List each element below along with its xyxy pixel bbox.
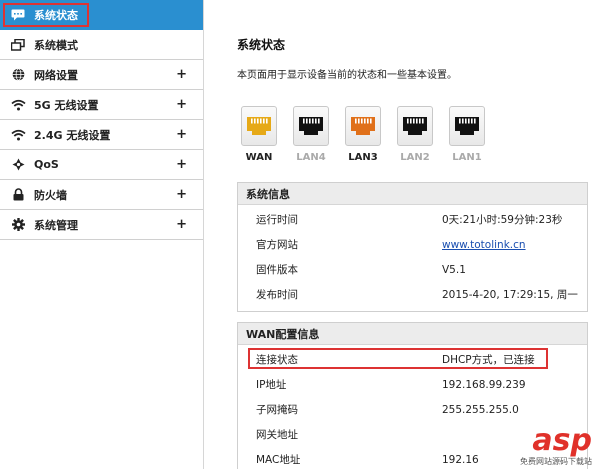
- row-key: MAC地址: [256, 454, 301, 466]
- sidebar-item-label: 系统管理: [34, 218, 78, 232]
- watermark: asp 免费网站源码下载站: [520, 426, 592, 467]
- sidebar-item-label: 防火墙: [34, 188, 67, 202]
- sidebar-item-5g-wireless[interactable]: 5G 无线设置 +: [0, 90, 203, 120]
- windows-icon: [10, 38, 26, 52]
- row-value: 0天:21小时:59分钟:23秒: [442, 214, 563, 226]
- port-label: WAN: [245, 152, 273, 163]
- row-key: IP地址: [256, 379, 287, 391]
- table-row: 连接状态 DHCP方式，已连接: [238, 347, 587, 372]
- lock-icon: [10, 188, 26, 202]
- port-label: LAN2: [400, 152, 430, 163]
- sidebar-item-network-settings[interactable]: 网络设置 +: [0, 60, 203, 90]
- sidebar-item-system-mode[interactable]: 系统模式: [0, 30, 203, 60]
- table-row: 固件版本 V5.1: [238, 257, 587, 282]
- website-link[interactable]: www.totolink.cn: [442, 239, 526, 251]
- wifi-icon: [10, 98, 26, 112]
- sidebar-item-system-status[interactable]: 系统状态: [0, 0, 203, 30]
- panel-header: 系统信息: [238, 183, 587, 205]
- sidebar-item-label: 网络设置: [34, 68, 78, 82]
- plus-icon: +: [176, 127, 187, 142]
- watermark-subtitle: 免费网站源码下载站: [520, 457, 592, 466]
- row-value: 192.16: [442, 453, 479, 466]
- sidebar-item-system-management[interactable]: 系统管理 +: [0, 210, 203, 240]
- row-key: 子网掩码: [256, 404, 298, 416]
- plus-icon: +: [176, 187, 187, 202]
- plus-icon: +: [176, 97, 187, 112]
- port-lan2: LAN2: [393, 106, 437, 163]
- row-key: 发布时间: [256, 289, 298, 301]
- table-row: 发布时间 2015-4-20, 17:29:15, 周一: [238, 282, 587, 307]
- gear-icon: [10, 218, 26, 232]
- port-status: WAN LAN4 LAN3 LAN2 LAN1: [237, 106, 489, 163]
- plus-icon: +: [176, 157, 187, 172]
- sidebar-item-label: 5G 无线设置: [34, 98, 99, 112]
- port-wan: WAN: [237, 106, 281, 163]
- sidebar-item-firewall[interactable]: 防火墙 +: [0, 180, 203, 210]
- port-lan3: LAN3: [341, 106, 385, 163]
- port-lan4: LAN4: [289, 106, 333, 163]
- table-row: 子网掩码 255.255.255.0: [238, 397, 587, 422]
- ethernet-port-icon: [293, 106, 329, 146]
- row-key: 网关地址: [256, 429, 298, 441]
- ethernet-port-icon: [345, 106, 381, 146]
- row-key: 官方网站: [256, 239, 298, 251]
- port-label: LAN1: [452, 152, 482, 163]
- page-description: 本页面用于显示设备当前的状态和一些基本设置。: [237, 70, 457, 81]
- plus-icon: +: [176, 67, 187, 82]
- row-value: 2015-4-20, 17:29:15, 周一: [442, 289, 578, 301]
- table-row: 官方网站 www.totolink.cn: [238, 232, 587, 257]
- wifi-icon: [10, 128, 26, 142]
- qos-icon: [10, 158, 26, 172]
- watermark-logo: asp: [532, 423, 592, 458]
- row-key: 连接状态: [256, 354, 298, 366]
- ethernet-port-icon: [397, 106, 433, 146]
- row-value: 192.168.99.239: [442, 378, 526, 391]
- row-value: 255.255.255.0: [442, 403, 519, 416]
- system-info-panel: 系统信息 运行时间 0天:21小时:59分钟:23秒 官方网站 www.toto…: [237, 182, 588, 312]
- sidebar-item-label: QoS: [34, 158, 59, 171]
- port-label: LAN3: [348, 152, 378, 163]
- main-content: 系统状态 本页面用于显示设备当前的状态和一些基本设置。 WAN LAN4 LAN…: [205, 0, 600, 469]
- globe-icon: [10, 68, 26, 82]
- plus-icon: +: [176, 217, 187, 232]
- page-title: 系统状态: [237, 38, 286, 52]
- highlight-box: [3, 3, 89, 27]
- table-row: IP地址 192.168.99.239: [238, 372, 587, 397]
- sidebar-item-label: 系统模式: [34, 38, 78, 52]
- port-label: LAN4: [296, 152, 326, 163]
- row-value: V5.1: [442, 263, 466, 276]
- panel-header: WAN配置信息: [238, 323, 587, 345]
- row-value: DHCP方式，已连接: [442, 354, 535, 366]
- row-key: 固件版本: [256, 264, 298, 276]
- sidebar-item-label: 2.4G 无线设置: [34, 128, 111, 142]
- row-key: 运行时间: [256, 214, 298, 226]
- ethernet-port-icon: [241, 106, 277, 146]
- port-lan1: LAN1: [445, 106, 489, 163]
- sidebar-item-qos[interactable]: QoS +: [0, 150, 203, 180]
- sidebar-item-2-4g-wireless[interactable]: 2.4G 无线设置 +: [0, 120, 203, 150]
- ethernet-port-icon: [449, 106, 485, 146]
- table-row: 运行时间 0天:21小时:59分钟:23秒: [238, 207, 587, 232]
- sidebar: 系统状态 系统模式 网络设置 + 5G 无线设置 + 2.4G 无线设置 + Q…: [0, 0, 204, 469]
